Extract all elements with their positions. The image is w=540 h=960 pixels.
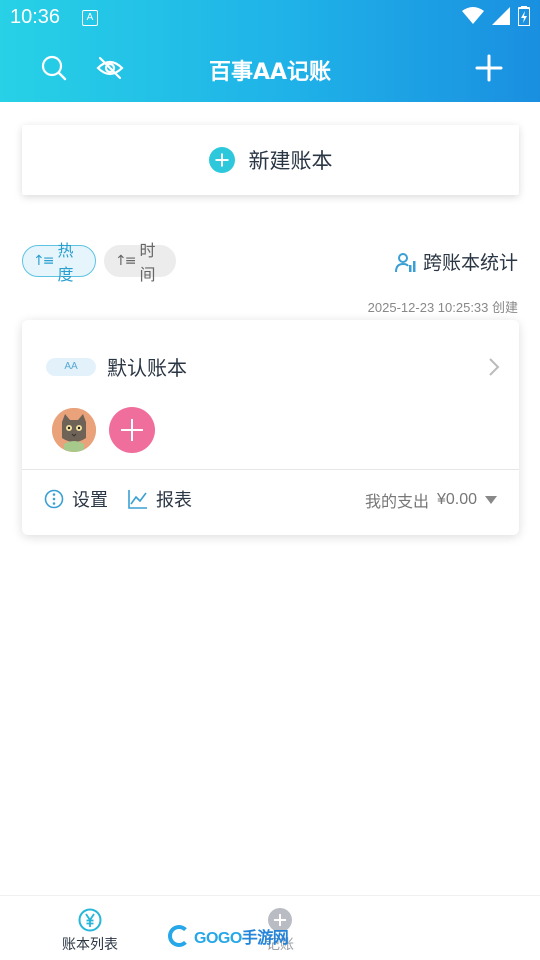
plus-circle-icon <box>208 147 235 173</box>
sort-time-label: 时间 <box>139 241 156 284</box>
ledger-type-badge: AA <box>46 358 96 376</box>
sort-by-time-chip[interactable]: ↑≡ 时间 <box>104 241 176 284</box>
ledger-created-timestamp: 2025-12-23 10:25:33 创建 <box>367 300 518 315</box>
add-icon[interactable] <box>474 53 504 83</box>
page-title: 百事AA记账 <box>208 60 332 85</box>
watermark-text: GOGO手游网 <box>194 924 289 948</box>
stats-person-icon <box>394 252 416 272</box>
nav-ledger-list[interactable]: 账本列表 <box>58 908 122 954</box>
settings-label: 设置 <box>72 490 108 511</box>
cross-ledger-stats-button[interactable]: 跨账本统计 <box>394 248 518 275</box>
cross-ledger-label: 跨账本统计 <box>422 252 518 274</box>
ledger-name: 默认账本 <box>107 356 187 380</box>
sort-hot-label: 热度 <box>57 241 74 284</box>
nav-ledger-list-label: 账本列表 <box>62 937 118 953</box>
ledger-card-footer: 设置 报表 我的支出 ¥0.00 <box>22 470 519 535</box>
add-member-button[interactable] <box>109 407 155 453</box>
new-ledger-button[interactable]: 新建账本 <box>22 125 519 195</box>
status-icons <box>462 6 530 26</box>
sort-icon: ↑≡ <box>33 253 55 269</box>
status-time: 10:36 <box>10 6 61 28</box>
new-ledger-label: 新建账本 <box>248 149 333 173</box>
report-button[interactable]: 报表 <box>128 486 192 512</box>
chevron-right-icon[interactable] <box>487 356 501 378</box>
more-vertical-icon <box>44 489 64 509</box>
toolbar: 百事AA记账 <box>0 44 540 92</box>
status-bar: 10:36 A <box>0 0 540 36</box>
cat-avatar-icon <box>52 408 96 452</box>
settings-button[interactable]: 设置 <box>44 486 108 512</box>
battery-icon <box>518 6 530 26</box>
watermark-latin: GOGO <box>194 930 242 947</box>
watermark-logo: GOGO手游网 <box>168 924 289 948</box>
watermark-g-icon <box>168 925 190 947</box>
my-expense-value: ¥0.00 <box>436 491 477 508</box>
my-expense-label: 我的支出 <box>364 492 429 511</box>
my-expense-dropdown[interactable]: 我的支出 ¥0.00 <box>365 488 497 512</box>
app-header: 10:36 A 百事AA记账 <box>0 0 540 102</box>
caret-down-icon <box>485 496 497 504</box>
report-label: 报表 <box>156 490 192 511</box>
sort-icon: ↑≡ <box>115 253 137 269</box>
member-avatar[interactable] <box>52 408 96 452</box>
yen-circle-icon <box>78 908 102 932</box>
watermark-cn: 手游网 <box>241 930 289 947</box>
signal-icon <box>492 7 510 25</box>
wifi-icon <box>462 7 484 24</box>
notification-a-icon: A <box>82 10 98 26</box>
ledger-card[interactable]: AA 默认账本 设置 报表 我的支出 ¥0.00 <box>22 320 519 535</box>
line-chart-icon <box>128 490 147 509</box>
sort-by-hot-chip[interactable]: ↑≡ 热度 <box>22 241 96 284</box>
